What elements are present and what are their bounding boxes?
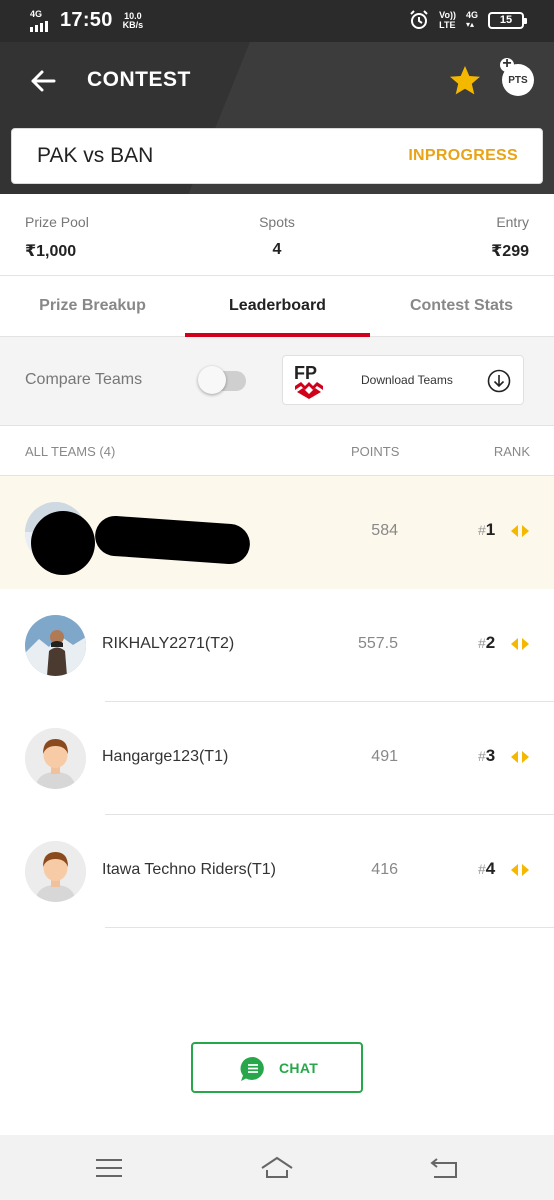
tab-bar: Prize Breakup Leaderboard Contest Stats	[0, 276, 554, 337]
rank-change-icon	[511, 638, 529, 650]
volte-indicator: Vo)) LTE	[439, 10, 456, 30]
app-header: CONTEST + PTS PAK vs BAN INPROGRESS	[0, 42, 554, 194]
team-name: Hangarge123(T1)	[102, 748, 229, 765]
contest-screen: 4G 17:50 10.0 KB/s Vo)) LTE 4G ▾▴ 15 CON…	[0, 0, 554, 1200]
pts-icon[interactable]: + PTS	[500, 56, 534, 96]
compare-teams-label: Compare Teams	[25, 371, 143, 388]
rank-number: 3	[485, 746, 496, 765]
avatar	[25, 615, 86, 676]
chat-bubble-icon	[240, 1056, 264, 1081]
team-points: 557.5	[357, 635, 398, 652]
team-rank: #2	[478, 633, 495, 653]
match-status: INPROGRESS	[408, 147, 518, 164]
back-icon[interactable]	[428, 1155, 462, 1181]
match-name: PAK vs BAN	[37, 144, 154, 167]
team-points: 491	[371, 748, 398, 765]
leaderboard-row[interactable]: Hangarge123(T1) 491 #3	[0, 702, 554, 815]
tab-contest-stats[interactable]: Contest Stats	[369, 276, 554, 337]
rank-change-icon	[511, 864, 529, 876]
entry-fee: Entry ₹299	[491, 214, 529, 261]
spots-label: Spots	[259, 214, 295, 230]
tab-prize-breakup[interactable]: Prize Breakup	[0, 276, 185, 337]
download-icon	[487, 369, 511, 393]
volte-label: Vo))	[439, 10, 456, 20]
default-avatar-icon	[25, 728, 86, 789]
entry-label: Entry	[496, 214, 529, 230]
contest-summary: Prize Pool ₹1,000 Spots 4 Entry ₹299	[0, 194, 554, 276]
battery-level: 15	[499, 14, 513, 26]
leaderboard-row[interactable]: RIKHALY2271(T2) 557.5 #2	[0, 589, 554, 702]
fp-logo-icon: FP	[294, 363, 323, 399]
rank-header: RANK	[493, 444, 530, 459]
team-name: Itawa Techno Riders(T1)	[102, 861, 276, 878]
rank-change-icon	[511, 751, 529, 763]
leaderboard-header: ALL TEAMS (4) POINTS RANK	[0, 426, 554, 476]
row-divider	[105, 927, 554, 928]
network-type: 4G	[30, 8, 43, 19]
system-nav-bar	[0, 1135, 554, 1200]
rank-hash: #	[478, 748, 486, 764]
page-title: CONTEST	[87, 68, 191, 91]
back-arrow-icon[interactable]	[28, 66, 58, 96]
data-type-label: 4G	[465, 10, 478, 20]
fp-logo-text: FP	[294, 363, 317, 383]
pts-label: PTS	[508, 74, 528, 86]
speed-unit: KB/s	[122, 19, 144, 30]
network-speed: 10.0 KB/s	[122, 11, 144, 30]
download-teams-label: Download Teams	[361, 373, 453, 387]
signal-icon: 4G	[30, 8, 54, 32]
toggle-thumb	[198, 366, 226, 394]
menu-icon[interactable]	[92, 1155, 126, 1181]
home-icon[interactable]	[260, 1155, 294, 1181]
chat-button[interactable]: CHAT	[191, 1042, 363, 1093]
default-avatar-icon	[25, 841, 86, 902]
status-bar: 4G 17:50 10.0 KB/s Vo)) LTE 4G ▾▴ 15	[0, 0, 554, 42]
clock: 17:50	[60, 9, 113, 31]
plus-icon: +	[500, 56, 514, 72]
compare-teams-toggle[interactable]	[198, 366, 246, 394]
rank-number: 1	[485, 520, 496, 539]
rank-change-icon	[511, 525, 529, 537]
chat-label: CHAT	[279, 1060, 319, 1076]
rank-number: 4	[485, 859, 496, 878]
data-indicator: 4G ▾▴	[465, 10, 478, 29]
team-rank: #1	[478, 520, 495, 540]
alarm-icon	[410, 10, 428, 29]
team-points: 584	[371, 522, 398, 539]
tab-leaderboard-label: Leaderboard	[229, 297, 326, 314]
match-card: PAK vs BAN INPROGRESS	[11, 128, 543, 184]
spots: Spots 4	[0, 214, 554, 259]
star-icon[interactable]	[448, 64, 482, 98]
download-teams-button[interactable]: FP Download Teams	[282, 355, 524, 405]
team-rank: #3	[478, 746, 495, 766]
rank-hash: #	[478, 861, 486, 877]
rank-number: 2	[485, 633, 496, 652]
spots-value: 4	[272, 241, 282, 258]
leaderboard-row[interactable]: 584 #1	[0, 476, 554, 589]
team-name: RIKHALY2271(T2)	[102, 635, 235, 652]
rank-hash: #	[478, 635, 486, 651]
redaction-mark	[31, 511, 95, 575]
team-rank: #4	[478, 859, 495, 879]
battery-icon: 15	[488, 11, 527, 29]
all-teams-header: ALL TEAMS (4)	[25, 444, 116, 459]
rank-hash: #	[478, 522, 486, 538]
redaction-mark	[93, 514, 252, 566]
entry-value: ₹299	[491, 243, 529, 260]
team-points: 416	[371, 861, 398, 878]
leaderboard-row[interactable]: Itawa Techno Riders(T1) 416 #4	[0, 815, 554, 928]
tab-leaderboard[interactable]: Leaderboard	[185, 276, 370, 337]
compare-bar: Compare Teams FP Download Teams	[0, 337, 554, 426]
lte-label: LTE	[439, 20, 456, 30]
points-header: POINTS	[351, 444, 400, 459]
